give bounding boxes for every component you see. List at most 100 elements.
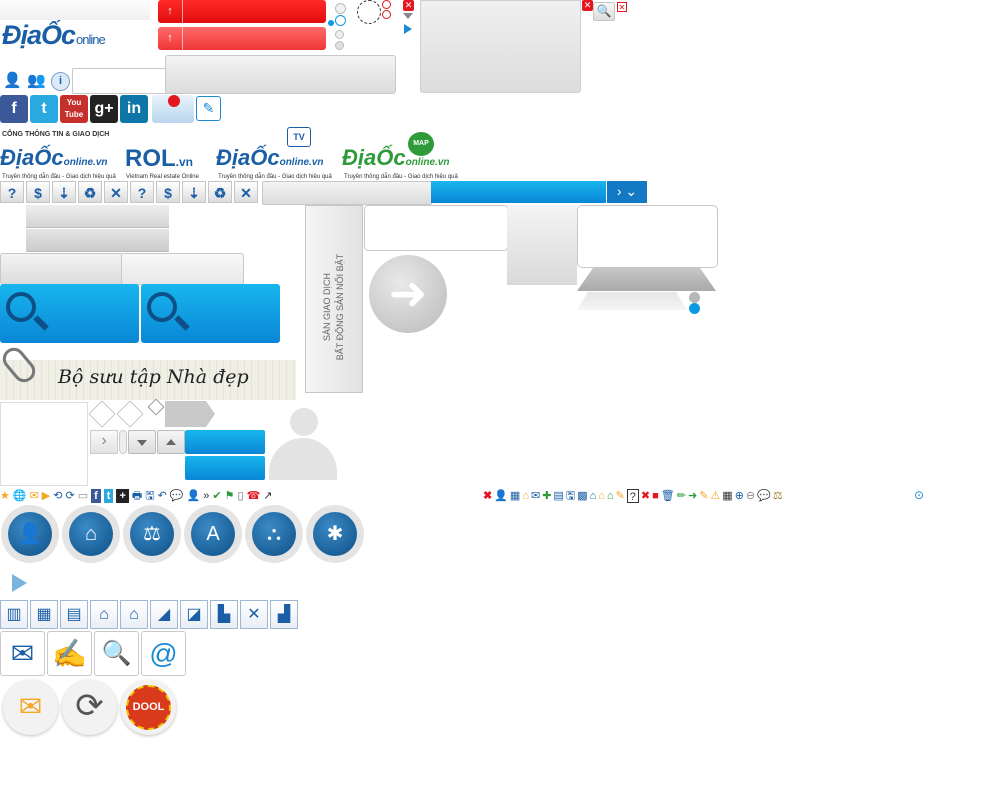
print-icon[interactable]: 🖶: [132, 489, 142, 503]
chevron-down-icon[interactable]: [403, 13, 413, 19]
users-icon[interactable]: 👥: [27, 73, 46, 89]
logo-diaoc[interactable]: ĐịaỐconline.vn: [0, 145, 108, 171]
recycle-icon[interactable]: ♻: [208, 181, 232, 203]
trash-icon[interactable]: 🗑: [661, 489, 675, 503]
logo-diaoc-map[interactable]: ĐịaỐconline.vn: [342, 145, 450, 171]
facebook-icon[interactable]: f: [0, 95, 28, 123]
twitter-icon[interactable]: t: [30, 95, 58, 123]
textarea-box[interactable]: [577, 205, 718, 268]
office-building-icon[interactable]: ▥: [0, 600, 28, 629]
sync-icon[interactable]: ⟳: [65, 489, 74, 503]
mobile-icon[interactable]: ▯: [238, 489, 244, 503]
edit-pencil-icon[interactable]: ✎: [196, 96, 221, 121]
zoom-in-icon[interactable]: ⊕: [735, 489, 744, 503]
search-input-large[interactable]: [165, 55, 396, 94]
info-icon[interactable]: i: [51, 72, 70, 91]
user-icon[interactable]: 👤: [3, 73, 22, 89]
window-icon[interactable]: ▭: [78, 489, 88, 503]
download-icon[interactable]: ⇣: [182, 181, 206, 203]
home-refresh-round-button[interactable]: ⟳: [62, 680, 117, 735]
video-icon[interactable]: ▶: [42, 489, 50, 503]
map-pin-icon[interactable]: [152, 95, 194, 123]
refresh-icon[interactable]: ⟲: [53, 489, 62, 503]
scale-icon[interactable]: ⚖: [773, 489, 783, 503]
service-legal-button[interactable]: ⚖: [123, 505, 181, 563]
close-icon[interactable]: ✕: [582, 0, 593, 11]
add-icon[interactable]: +: [116, 489, 129, 503]
logo-rol[interactable]: ROL.vn: [125, 145, 193, 173]
youtube-icon[interactable]: You Tube: [60, 95, 88, 123]
house-search-button-hover[interactable]: [141, 284, 280, 343]
play-icon[interactable]: [12, 574, 27, 592]
external-link-icon[interactable]: ↗: [263, 489, 272, 503]
mail-icon[interactable]: ✉: [0, 631, 45, 676]
note-edit-icon[interactable]: ✎: [699, 489, 708, 503]
close-icon[interactable]: ✕: [403, 0, 414, 11]
chat-icon[interactable]: 💬: [757, 489, 771, 503]
service-valuation-button[interactable]: ✱: [306, 505, 364, 563]
user-small-icon[interactable]: 👤: [187, 489, 201, 503]
save-icon[interactable]: 🖫: [566, 489, 575, 503]
stop-icon[interactable]: ■: [652, 489, 659, 503]
check-icon[interactable]: ✔: [212, 489, 221, 503]
search-input-small[interactable]: [72, 68, 168, 94]
question-icon[interactable]: ?: [130, 181, 154, 203]
document-sign-icon[interactable]: ✍: [47, 631, 92, 676]
home-icon[interactable]: ⌂: [522, 489, 529, 503]
mail-icon[interactable]: ✉: [30, 489, 39, 503]
globe-icon[interactable]: 🌐: [13, 489, 27, 503]
arrow-right-icon[interactable]: ➜: [688, 489, 697, 503]
dropdown-toggle-button[interactable]: › ⌄: [607, 181, 647, 203]
puzzle-icon[interactable]: ✚: [542, 489, 551, 503]
radio-checked[interactable]: [335, 15, 346, 26]
house-row-icon[interactable]: ⌂: [90, 600, 118, 629]
dollar-icon[interactable]: $: [26, 181, 50, 203]
tools-icon[interactable]: ✕: [234, 181, 258, 203]
dool-round-button[interactable]: DOOL: [121, 680, 176, 735]
condo-icon[interactable]: ▤: [60, 600, 88, 629]
undo-icon[interactable]: ↶: [158, 489, 167, 503]
close-small-icon[interactable]: ✕: [617, 2, 627, 12]
farm-icon[interactable]: ✕: [240, 600, 268, 629]
google-plus-icon[interactable]: g+: [90, 95, 118, 123]
target-icon[interactable]: ⊙: [914, 489, 927, 502]
close-x-icon[interactable]: ✖: [641, 489, 650, 503]
zoom-out-icon[interactable]: ⊖: [746, 489, 755, 503]
dollar-icon[interactable]: $: [156, 181, 180, 203]
search-check-icon[interactable]: 🔍: [94, 631, 139, 676]
villa-icon[interactable]: ⌂: [120, 600, 148, 629]
play-right-icon[interactable]: [404, 24, 412, 34]
next-arrow-button[interactable]: ➜: [369, 255, 447, 333]
search-button[interactable]: 🔍: [593, 2, 615, 21]
delete-icon[interactable]: ✖: [483, 489, 492, 503]
warning-icon[interactable]: ⚠: [710, 489, 720, 503]
chevron-right-icon[interactable]: ›: [90, 430, 118, 454]
red-button-primary[interactable]: ↑: [158, 0, 326, 23]
list-icon[interactable]: ▤: [553, 489, 563, 503]
service-architecture-button[interactable]: A: [184, 505, 242, 563]
logo-diaoc-tv[interactable]: ĐịaỐconline.vn: [216, 145, 324, 171]
pencil-icon[interactable]: ✎: [616, 489, 625, 503]
input-box-rounded[interactable]: [364, 205, 508, 251]
radio-unchecked[interactable]: [335, 3, 346, 14]
chart-icon[interactable]: ▩: [577, 489, 587, 503]
grey-tab-active[interactable]: [26, 229, 169, 252]
grey-tab[interactable]: [26, 205, 169, 228]
home-blue-icon[interactable]: ⌂: [590, 489, 597, 503]
land-plot-icon[interactable]: ◪: [180, 600, 208, 629]
select-box[interactable]: [262, 181, 432, 205]
twitter-small-icon[interactable]: t: [103, 489, 114, 503]
scroll-handle[interactable]: [119, 430, 127, 454]
save-icon[interactable]: 🖫: [145, 489, 154, 503]
service-protection-button[interactable]: ⌂: [62, 505, 120, 563]
star-icon[interactable]: ★: [0, 489, 10, 503]
blue-button[interactable]: [185, 430, 265, 454]
flag-icon[interactable]: ⚑: [225, 489, 235, 503]
question-icon[interactable]: ?: [0, 181, 24, 203]
grey-button-left[interactable]: [0, 253, 123, 285]
service-consulting-button[interactable]: 👤: [1, 505, 59, 563]
mail-icon[interactable]: ✉: [531, 489, 540, 503]
grid-icon[interactable]: ▦: [510, 489, 520, 503]
help-box-icon[interactable]: ?: [626, 489, 639, 503]
download-icon[interactable]: ⇣: [52, 181, 76, 203]
